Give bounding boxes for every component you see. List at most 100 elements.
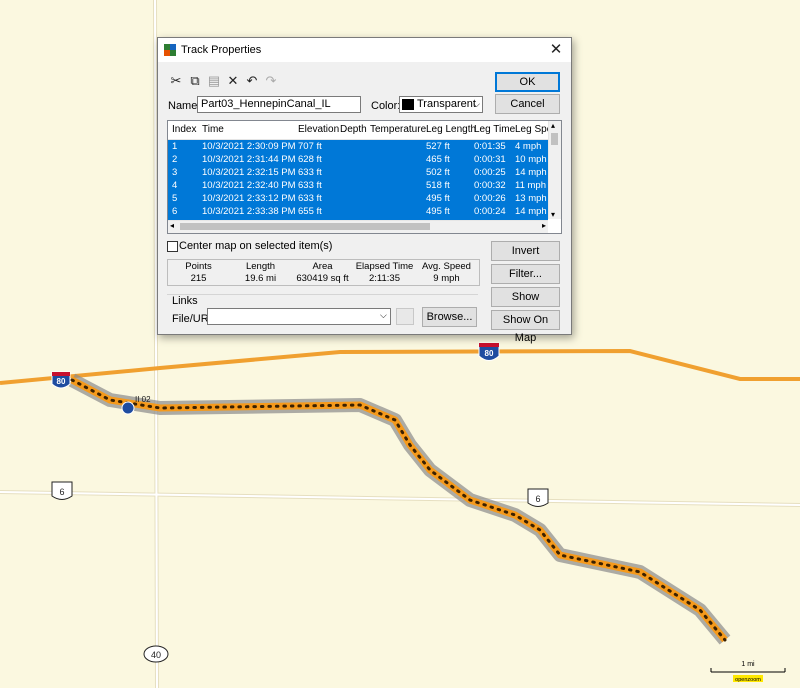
track-points-table[interactable]: Index Time Elevation Depth Temperature L… xyxy=(167,120,562,234)
stat-header: Elapsed Time xyxy=(355,261,414,272)
filter-button[interactable]: Filter... xyxy=(491,264,560,284)
undo-icon[interactable]: ↶ xyxy=(245,74,259,88)
color-value: Transparent xyxy=(417,98,476,110)
cell-leg-length: 495 ft xyxy=(426,206,450,217)
name-input[interactable]: Part03_HennepinCanal_IL xyxy=(197,96,361,113)
show-on-map-button[interactable]: Show On Map xyxy=(491,310,560,344)
cell-leg-speed: 4 mph xyxy=(515,141,542,152)
ok-button[interactable]: OK xyxy=(495,72,560,92)
cell-time: 10/3/2021 2:30:09 PM xyxy=(202,141,296,152)
stat-header: Area xyxy=(312,261,333,272)
cut-icon[interactable]: ✂ xyxy=(169,74,183,88)
table-row[interactable]: 4 10/3/2021 2:32:40 PM 633 ft 518 ft 0:00:32… xyxy=(168,179,548,192)
scroll-down-icon[interactable]: ▾ xyxy=(551,210,555,219)
color-swatch xyxy=(402,99,414,110)
paste-icon[interactable]: ▤ xyxy=(207,74,221,88)
scroll-left-icon[interactable]: ◂ xyxy=(170,221,174,230)
table-row[interactable]: 3 10/3/2021 2:32:15 PM 633 ft 502 ft 0:00:25… xyxy=(168,166,548,179)
cell-elevation: 633 ft xyxy=(298,167,322,178)
map-attribution: openzoom xyxy=(735,677,761,683)
cell-leg-time: 0:00:24 xyxy=(474,206,506,217)
title-bar[interactable]: Track Properties ✕ xyxy=(158,38,571,62)
cell-leg-speed: 10 mph xyxy=(515,154,547,165)
cell-index: 1 xyxy=(172,141,178,152)
table-header: Index Time Elevation Depth Temperature L… xyxy=(168,121,561,140)
cell-time: 10/3/2021 2:33:12 PM xyxy=(202,193,296,204)
cell-leg-speed: 13 mph xyxy=(515,193,547,204)
stat-header: Points xyxy=(185,261,212,272)
interstate-label: 80 xyxy=(485,349,494,358)
table-row[interactable]: 2 10/3/2021 2:31:44 PM 628 ft 465 ft 0:00:31… xyxy=(168,153,548,166)
file-url-input[interactable] xyxy=(207,308,391,325)
track-statistics: Points Length Area Elapsed Time Avg. Spe… xyxy=(167,259,480,286)
scroll-thumb[interactable] xyxy=(180,223,430,230)
show-profile-button[interactable]: Show Profile... xyxy=(491,287,560,321)
center-map-label[interactable]: Center map on selected item(s) xyxy=(179,240,332,252)
state-road-label: 40 xyxy=(151,650,161,660)
track-properties-dialog: Track Properties ✕ ✂ ⧉ ▤ ✕ ↶ ↷ OK Cancel… xyxy=(157,37,572,344)
cell-index: 2 xyxy=(172,154,178,165)
cell-elevation: 633 ft xyxy=(298,180,322,191)
cell-leg-time: 0:01:35 xyxy=(474,141,506,152)
cell-time: 10/3/2021 2:32:15 PM xyxy=(202,167,296,178)
table-row[interactable]: 6 10/3/2021 2:33:38 PM 655 ft 495 ft 0:00:24… xyxy=(168,205,548,218)
chevron-down-icon[interactable]: ⌵ xyxy=(380,310,387,321)
cell-leg-speed: 14 mph xyxy=(515,206,547,217)
cell-leg-length: 495 ft xyxy=(426,193,450,204)
us-route-label: 6 xyxy=(535,494,540,504)
column-header-temperature[interactable]: Temperature xyxy=(370,124,426,135)
cell-leg-time: 0:00:25 xyxy=(474,167,506,178)
window-title: Track Properties xyxy=(181,44,262,56)
redo-icon[interactable]: ↷ xyxy=(264,74,278,88)
table-row[interactable]: 1 10/3/2021 2:30:09 PM 707 ft 527 ft 0:01:35… xyxy=(168,140,548,153)
scroll-right-icon[interactable]: ▸ xyxy=(542,221,546,230)
cell-time: 10/3/2021 2:32:40 PM xyxy=(202,180,296,191)
column-header-leg-time[interactable]: Leg Time xyxy=(474,124,515,135)
links-label: Links xyxy=(172,295,198,307)
cell-time: 10/3/2021 2:33:38 PM xyxy=(202,206,296,217)
cell-time: 10/3/2021 2:31:44 PM xyxy=(202,154,296,165)
center-map-checkbox[interactable] xyxy=(167,241,178,252)
cell-index: 3 xyxy=(172,167,178,178)
column-header-index[interactable]: Index xyxy=(172,124,196,135)
vertical-scrollbar[interactable]: ▴ ▾ xyxy=(548,121,561,219)
browse-button[interactable]: Browse... xyxy=(422,307,477,327)
name-label: Name: xyxy=(168,100,201,112)
cell-elevation: 633 ft xyxy=(298,193,322,204)
cell-leg-speed: 11 mph xyxy=(515,180,546,191)
interstate-label: 80 xyxy=(57,377,66,386)
us-route-label: 6 xyxy=(59,487,64,497)
color-select[interactable]: Transparent ⌵ xyxy=(399,96,483,113)
stat-value-points: 215 xyxy=(190,273,207,284)
stat-value-elapsed-time: 2:11:35 xyxy=(369,273,400,284)
cell-elevation: 707 ft xyxy=(298,141,322,152)
cell-leg-time: 0:00:26 xyxy=(474,193,506,204)
horizontal-scrollbar[interactable]: ◂ ▸ xyxy=(168,220,548,233)
cell-leg-time: 0:00:31 xyxy=(474,154,506,165)
scroll-thumb[interactable] xyxy=(551,133,558,145)
cell-leg-speed: 14 mph xyxy=(515,167,547,178)
column-header-leg-length[interactable]: Leg Length xyxy=(426,124,476,135)
scroll-up-icon[interactable]: ▴ xyxy=(551,121,555,130)
exit-label: II 02 xyxy=(135,395,151,404)
copy-icon[interactable]: ⧉ xyxy=(188,74,202,88)
invert-button[interactable]: Invert xyxy=(491,241,560,261)
interstate-exit-icon xyxy=(121,401,135,415)
cancel-button[interactable]: Cancel xyxy=(495,94,560,114)
links-group: Links File/URL: ⌵ Browse... xyxy=(167,294,478,328)
cell-leg-length: 502 ft xyxy=(426,167,450,178)
stat-value-avg-speed: 9 mph xyxy=(433,273,460,284)
table-row[interactable]: 5 10/3/2021 2:33:12 PM 633 ft 495 ft 0:00:26… xyxy=(168,192,548,205)
column-header-elevation[interactable]: Elevation xyxy=(298,124,339,135)
open-link-icon[interactable] xyxy=(396,308,414,325)
column-header-time[interactable]: Time xyxy=(202,124,224,135)
stat-value-area: 630419 sq ft xyxy=(296,273,349,284)
cell-elevation: 628 ft xyxy=(298,154,322,165)
cell-index: 5 xyxy=(172,193,178,204)
delete-icon[interactable]: ✕ xyxy=(226,74,240,88)
cell-leg-length: 518 ft xyxy=(426,180,450,191)
close-icon[interactable]: ✕ xyxy=(547,41,565,59)
column-header-depth[interactable]: Depth xyxy=(340,124,367,135)
cell-leg-length: 465 ft xyxy=(426,154,450,165)
app-icon xyxy=(164,44,176,56)
